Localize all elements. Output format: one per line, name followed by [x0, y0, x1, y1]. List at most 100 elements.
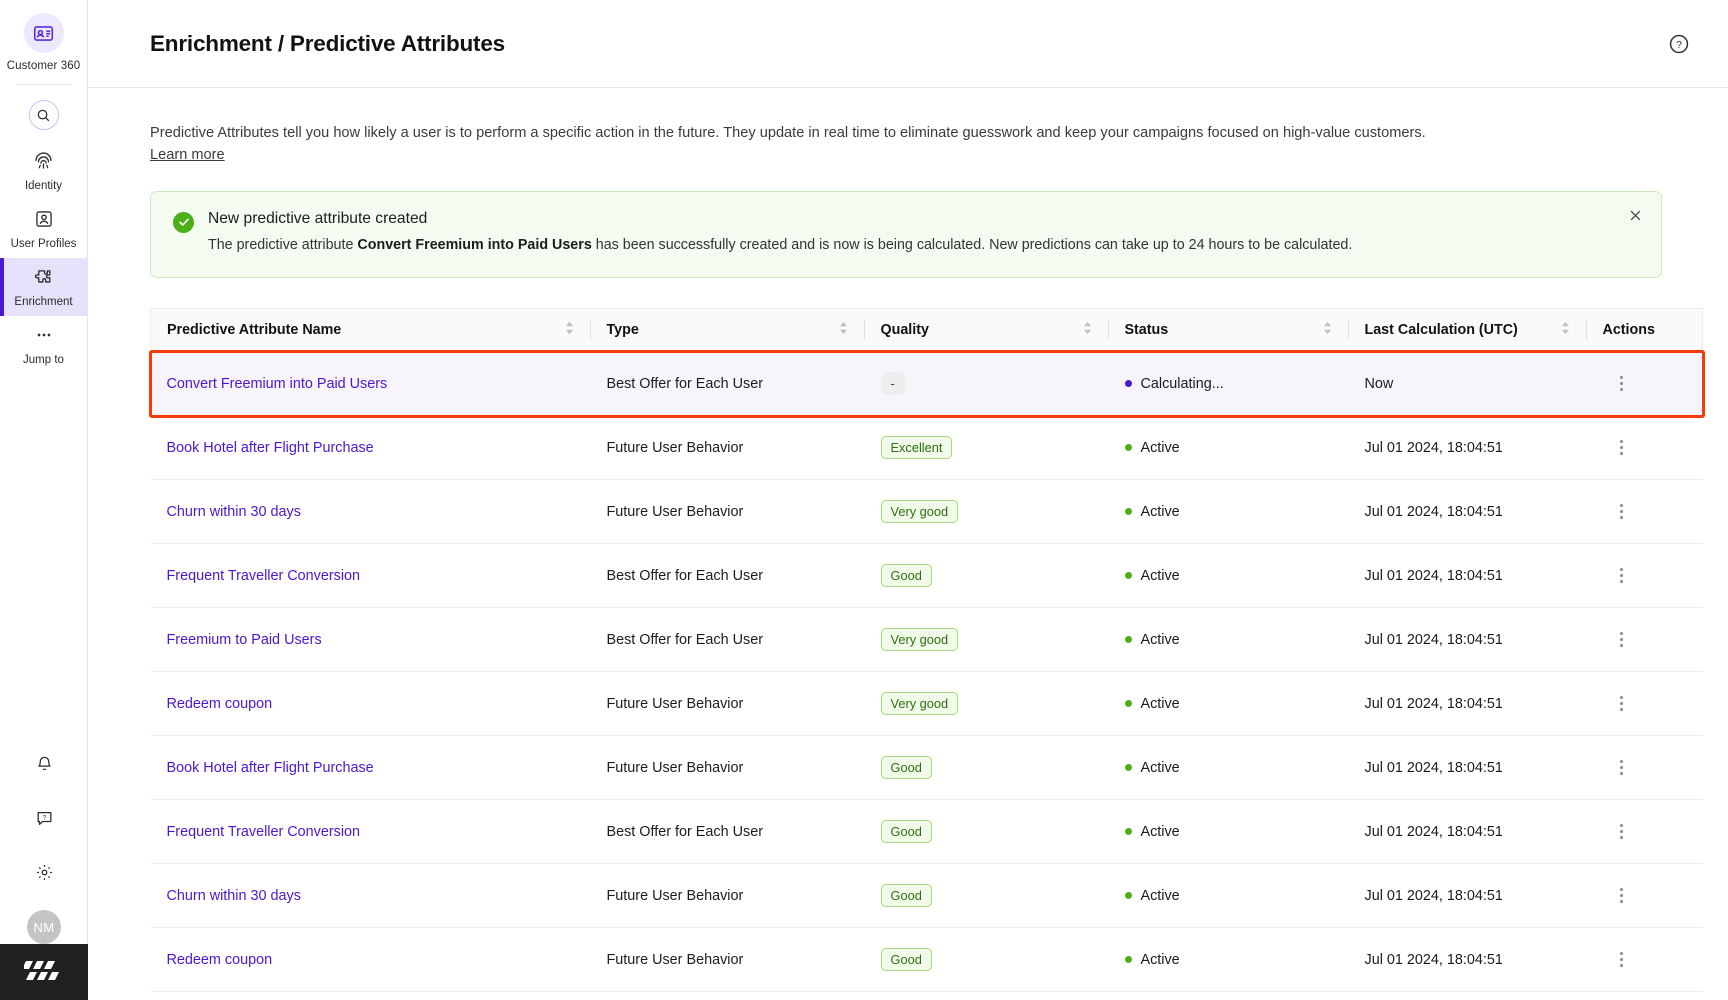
attribute-name-link[interactable]: Churn within 30 days	[167, 504, 301, 520]
status-dot-icon	[1124, 956, 1132, 964]
cell-actions	[1586, 415, 1703, 481]
status-dot-icon	[1124, 828, 1132, 836]
sidebar-item-jump-to[interactable]: Jump to	[0, 316, 88, 374]
cell-status: Active	[1108, 479, 1349, 545]
cell-quality: Good	[864, 735, 1109, 801]
cell-quality: Very good	[864, 607, 1109, 673]
sort-icon[interactable]	[839, 321, 851, 339]
status-dot-icon	[1124, 444, 1132, 452]
table-row[interactable]: Churn within 30 days Future User Behavior…	[150, 863, 1703, 929]
brand[interactable]: Customer 360	[7, 0, 80, 72]
kebab-menu-icon[interactable]	[1611, 693, 1633, 715]
svg-text:?: ?	[42, 814, 46, 821]
cell-actions	[1586, 607, 1703, 673]
table-row[interactable]: Book Hotel after Flight Purchase Future U…	[150, 735, 1703, 801]
table-row[interactable]: Redeem coupon Future User Behavior Very go…	[150, 671, 1703, 737]
column-header-type[interactable]: Type	[590, 308, 865, 353]
kebab-menu-icon[interactable]	[1611, 373, 1633, 395]
attribute-name-link[interactable]: Freemium to Paid Users	[167, 632, 322, 648]
avatar[interactable]: NM	[27, 910, 61, 944]
table-row[interactable]: Churn within 30 days Future User Behavior…	[150, 479, 1703, 545]
attribute-name-link[interactable]: Frequent Traveller Conversion	[167, 824, 361, 840]
status-badge: Calculating...	[1124, 376, 1224, 392]
cell-attribute-name: Churn within 30 days	[150, 863, 591, 929]
attribute-name-link[interactable]: Convert Freemium into Paid Users	[167, 376, 388, 392]
column-label: Status	[1124, 322, 1169, 339]
sort-icon[interactable]	[1323, 321, 1335, 339]
question-circle-icon[interactable]: ?	[1664, 29, 1694, 59]
table-row[interactable]: Redeem coupon Future User Behavior Good Act…	[150, 927, 1703, 993]
sidebar-item-user-profiles[interactable]: User Profiles	[0, 200, 88, 258]
fingerprint-icon	[33, 150, 54, 176]
table-row[interactable]: Book Hotel after Flight Purchase Future U…	[150, 415, 1703, 481]
kebab-menu-icon[interactable]	[1611, 501, 1633, 523]
column-header-status[interactable]: Status	[1108, 308, 1349, 353]
status-label: Active	[1140, 631, 1180, 648]
sidebar-item-enrichment[interactable]: Enrichment	[0, 258, 88, 316]
status-badge: Active	[1124, 439, 1180, 456]
close-icon[interactable]	[1625, 206, 1645, 226]
sort-icon[interactable]	[1561, 321, 1573, 339]
learn-more-link[interactable]: Learn more	[150, 147, 225, 163]
kebab-menu-icon[interactable]	[1611, 757, 1633, 779]
cell-quality: Very good	[864, 671, 1109, 737]
table-row[interactable]: Freemium to Paid Users Best Offer for Eac…	[150, 607, 1703, 673]
cell-status: Calculating...	[1108, 351, 1349, 417]
check-circle-icon	[173, 211, 194, 233]
attribute-name-link[interactable]: Book Hotel after Flight Purchase	[167, 440, 374, 456]
kebab-menu-icon[interactable]	[1611, 821, 1633, 843]
table-row[interactable]: Frequent Traveller Conversion Best Offer …	[150, 799, 1703, 865]
cell-type: Future User Behavior	[590, 927, 865, 993]
sort-icon[interactable]	[1083, 321, 1095, 339]
column-header-predictive-attribute-name[interactable]: Predictive Attribute Name	[150, 308, 591, 353]
column-header-quality[interactable]: Quality	[864, 308, 1109, 353]
attribute-name-link[interactable]: Churn within 30 days	[167, 888, 301, 904]
cell-actions	[1586, 479, 1703, 545]
banner-attribute-name: Convert Freemium into Paid Users	[357, 236, 592, 253]
bell-icon[interactable]	[28, 748, 60, 780]
status-label: Active	[1140, 439, 1180, 456]
cell-attribute-name: Convert Freemium into Paid Users	[150, 351, 591, 417]
sort-icon[interactable]	[565, 321, 577, 339]
sidebar-item-identity[interactable]: Identity	[0, 142, 88, 200]
kebab-menu-icon[interactable]	[1611, 437, 1633, 459]
predictive-attributes-table: Predictive Attribute Name Type Quality S…	[150, 308, 1703, 993]
sidebar-item-label: Jump to	[23, 353, 64, 366]
search-icon[interactable]	[28, 100, 59, 130]
quality-badge: Good	[880, 884, 932, 908]
kebab-menu-icon[interactable]	[1611, 949, 1633, 971]
kebab-menu-icon[interactable]	[1611, 629, 1633, 651]
sidebar-item-label: Enrichment	[14, 296, 73, 308]
quality-badge: Very good	[880, 500, 959, 524]
content-area: Predictive Attributes tell you how likel…	[88, 88, 1728, 993]
intro-section: Predictive Attributes tell you how likel…	[150, 88, 1630, 164]
cell-last-calculation: Now	[1348, 351, 1587, 417]
help-chat-icon[interactable]: ?	[28, 802, 60, 834]
table-row[interactable]: Frequent Traveller Conversion Best Offer …	[150, 543, 1703, 609]
column-label: Quality	[880, 322, 929, 339]
attribute-name-link[interactable]: Frequent Traveller Conversion	[167, 568, 361, 584]
cell-attribute-name: Book Hotel after Flight Purchase	[150, 735, 591, 801]
column-header-last-calculation[interactable]: Last Calculation (UTC)	[1348, 308, 1587, 353]
brand-label: Customer 360	[6, 60, 81, 72]
quality-badge: Very good	[880, 628, 959, 652]
cell-actions	[1586, 671, 1703, 737]
quality-badge: Good	[880, 820, 932, 844]
attribute-name-link[interactable]: Redeem coupon	[167, 696, 273, 712]
banner-body-after: has been successfully created and is now…	[591, 236, 1353, 253]
cell-status: Active	[1108, 543, 1349, 609]
column-label: Type	[606, 322, 639, 339]
attribute-name-link[interactable]: Book Hotel after Flight Purchase	[167, 760, 374, 776]
main-content: Enrichment / Predictive Attributes ? Pre…	[88, 0, 1728, 1000]
cell-attribute-name: Churn within 30 days	[150, 479, 591, 545]
gear-icon[interactable]	[28, 856, 60, 888]
cell-type: Future User Behavior	[590, 479, 865, 545]
cell-quality: Very good	[864, 479, 1109, 545]
cell-quality: Good	[864, 799, 1109, 865]
table-row[interactable]: Convert Freemium into Paid Users Best Off…	[150, 351, 1703, 417]
search-button[interactable]	[28, 100, 59, 130]
quality-badge: Good	[880, 564, 932, 588]
attribute-name-link[interactable]: Redeem coupon	[167, 952, 273, 968]
kebab-menu-icon[interactable]	[1611, 885, 1633, 907]
kebab-menu-icon[interactable]	[1611, 565, 1633, 587]
